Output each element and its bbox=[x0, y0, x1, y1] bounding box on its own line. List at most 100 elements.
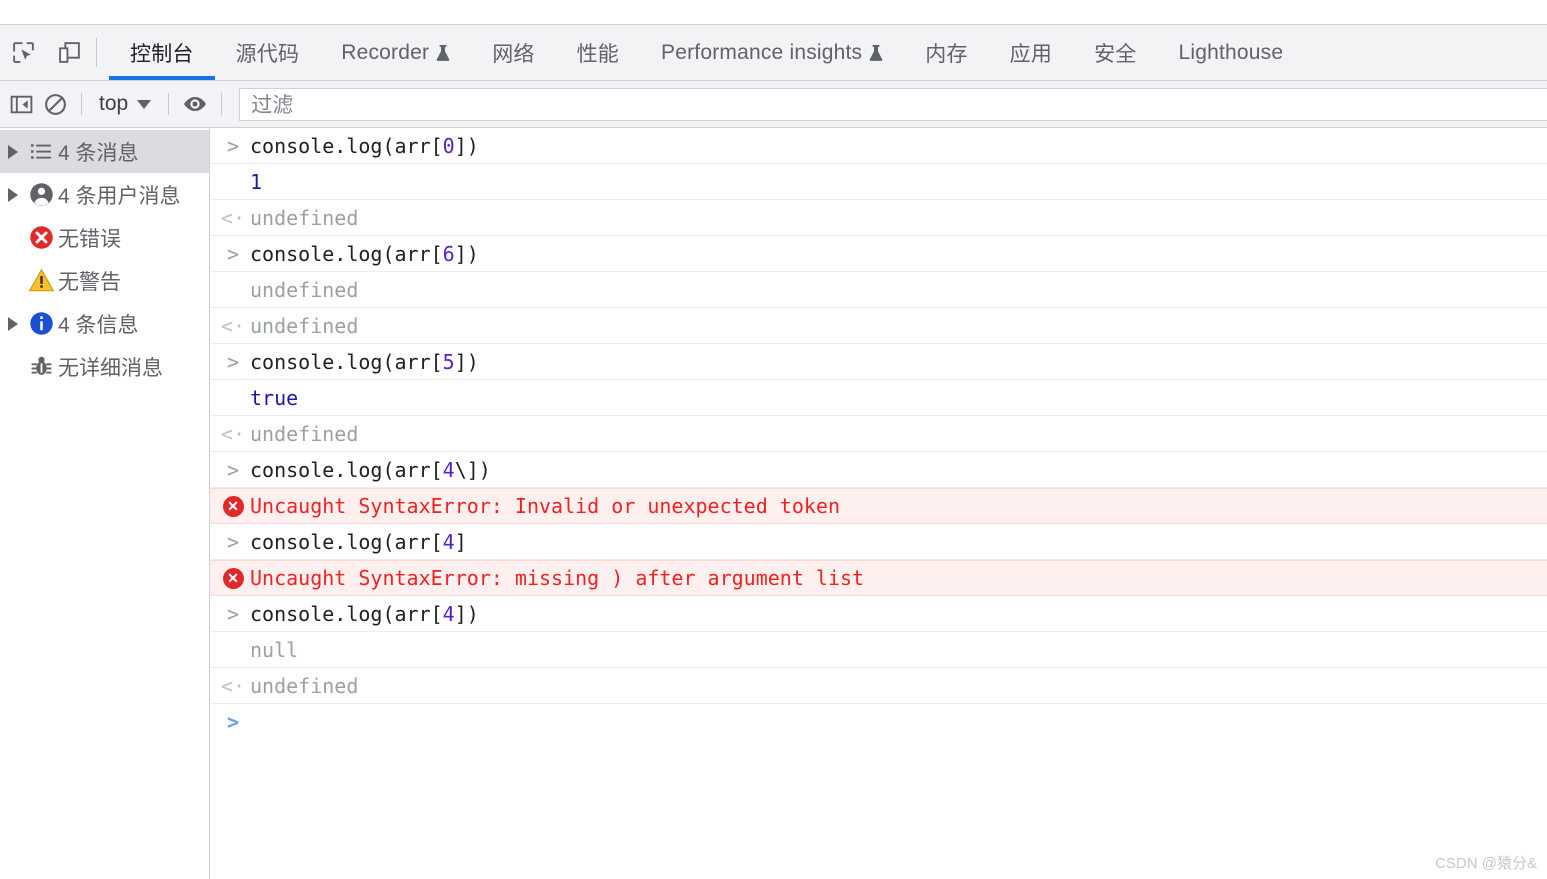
console-code-number: 6 bbox=[442, 241, 455, 266]
sidebar-item-user-messages[interactable]: 4 条用户消息 bbox=[0, 173, 209, 216]
clear-console-icon[interactable] bbox=[38, 87, 72, 121]
error-icon bbox=[24, 224, 58, 251]
console-output-value: undefined bbox=[250, 277, 359, 302]
console-output-row: null bbox=[210, 632, 1547, 668]
console-output-value: null bbox=[250, 637, 299, 662]
device-toolbar-icon[interactable] bbox=[52, 36, 86, 70]
console-return-row: <· undefined bbox=[210, 416, 1547, 452]
console-error-row[interactable]: ✕ Uncaught SyntaxError: Invalid or unexp… bbox=[210, 488, 1547, 524]
sidebar-item-label: 4 条消息 bbox=[58, 141, 139, 165]
expand-triangle-icon[interactable] bbox=[2, 144, 24, 159]
return-arrow-icon: <· bbox=[220, 313, 246, 338]
input-prompt-arrow: > bbox=[226, 241, 240, 266]
sidebar-item-label: 无错误 bbox=[58, 227, 121, 251]
console-code-text: console.log(arr[ bbox=[250, 457, 443, 482]
console-code-tail: ]) bbox=[454, 133, 479, 158]
sidebar-item-label: 4 条信息 bbox=[58, 313, 139, 337]
sidebar-item-label: 无详细消息 bbox=[58, 356, 163, 380]
tab-label: 应用 bbox=[1009, 42, 1053, 66]
return-arrow-icon: <· bbox=[220, 421, 246, 446]
console-prompt-row[interactable]: > bbox=[210, 704, 1547, 740]
info-icon bbox=[24, 310, 58, 337]
console-error-text: Uncaught SyntaxError: Invalid or unexpec… bbox=[250, 494, 841, 518]
tab-performance-insights[interactable]: Performance insights bbox=[640, 25, 904, 80]
console-output-row: 1 bbox=[210, 164, 1547, 200]
sidebar-item-verbose[interactable]: 无详细消息 bbox=[0, 345, 209, 388]
console-code-number: 5 bbox=[442, 349, 455, 374]
devtools-tab-bar: 控制台 源代码 Recorder 网络 性能 Performance insig… bbox=[0, 25, 1547, 81]
console-error-row[interactable]: ✕ Uncaught SyntaxError: missing ) after … bbox=[210, 560, 1547, 596]
toolbar-divider bbox=[221, 93, 223, 115]
console-output-value: true bbox=[250, 385, 299, 410]
chevron-down-icon bbox=[137, 99, 152, 109]
console-code-text: console.log(arr[ bbox=[250, 349, 443, 374]
tab-lighthouse[interactable]: Lighthouse bbox=[1157, 25, 1304, 80]
user-icon bbox=[24, 181, 58, 208]
tab-label: 内存 bbox=[925, 42, 968, 66]
console-input-row[interactable]: > console.log(arr[4] bbox=[210, 524, 1547, 560]
console-input-row[interactable]: > console.log(arr[4 \]) bbox=[210, 452, 1547, 488]
console-filter-input[interactable]: 过滤 bbox=[239, 87, 1547, 121]
sidebar-item-warnings[interactable]: 无警告 bbox=[0, 259, 209, 302]
tab-performance[interactable]: 性能 bbox=[556, 25, 640, 80]
device-toolbar-icon-glyph bbox=[58, 42, 80, 63]
input-prompt-arrow: > bbox=[226, 133, 240, 158]
inspect-element-icon[interactable] bbox=[6, 36, 40, 70]
tab-memory[interactable]: 内存 bbox=[904, 25, 988, 80]
console-message-list[interactable]: > console.log(arr[0]) 1 <· undefined > c… bbox=[210, 128, 1547, 879]
console-return-value: undefined bbox=[250, 421, 359, 446]
expand-triangle-icon[interactable] bbox=[2, 187, 24, 202]
input-prompt-arrow: > bbox=[226, 601, 240, 626]
console-code-tail: ]) bbox=[454, 241, 479, 266]
tab-security[interactable]: 安全 bbox=[1073, 25, 1157, 80]
tab-label: Recorder bbox=[341, 40, 430, 64]
console-output-row: true bbox=[210, 380, 1547, 416]
csdn-watermark: CSDN @猿分& bbox=[1435, 855, 1537, 872]
live-expression-eye-icon-glyph bbox=[184, 97, 207, 111]
tab-label: Performance insights bbox=[661, 40, 863, 64]
sidebar-item-errors[interactable]: 无错误 bbox=[0, 216, 209, 259]
console-input-row[interactable]: > console.log(arr[4]) bbox=[210, 596, 1547, 632]
execution-context-selector[interactable]: top bbox=[91, 92, 159, 116]
console-code-text: console.log(arr[ bbox=[250, 133, 443, 158]
toolbar-divider bbox=[96, 38, 97, 67]
console-return-row: <· undefined bbox=[210, 668, 1547, 704]
console-input-row[interactable]: > console.log(arr[6]) bbox=[210, 236, 1547, 272]
tab-label: 网络 bbox=[492, 42, 535, 66]
console-return-row: <· undefined bbox=[210, 308, 1547, 344]
toolbar-divider bbox=[81, 93, 82, 115]
console-input-row[interactable]: > console.log(arr[5]) bbox=[210, 344, 1547, 380]
input-prompt-arrow: > bbox=[226, 457, 240, 482]
show-console-sidebar-icon[interactable] bbox=[4, 87, 38, 121]
console-code-tail: ]) bbox=[454, 601, 479, 626]
devtools-tool-icons bbox=[0, 25, 96, 80]
console-input-row[interactable]: > console.log(arr[0]) bbox=[210, 128, 1547, 164]
flask-icon bbox=[436, 44, 450, 61]
error-icon: ✕ bbox=[216, 567, 250, 589]
console-code-number: 4 bbox=[442, 601, 455, 626]
sidebar-item-info[interactable]: 4 条信息 bbox=[0, 302, 209, 345]
console-return-value: undefined bbox=[250, 673, 359, 698]
sidebar-item-messages[interactable]: 4 条消息 bbox=[0, 130, 209, 173]
tab-label: 控制台 bbox=[130, 42, 194, 66]
tab-recorder[interactable]: Recorder bbox=[320, 25, 471, 80]
tab-sources[interactable]: 源代码 bbox=[215, 25, 321, 80]
input-prompt-arrow: > bbox=[226, 529, 240, 554]
console-return-row: <· undefined bbox=[210, 200, 1547, 236]
bug-icon bbox=[24, 354, 58, 379]
devtools-panel-tabs: 控制台 源代码 Recorder 网络 性能 Performance insig… bbox=[109, 25, 1304, 80]
console-code-tail: ] bbox=[454, 529, 467, 554]
expand-triangle-icon[interactable] bbox=[2, 316, 24, 331]
console-body: 4 条消息 4 条用户消息 无错误 无警告 4 条信息 无详细消息 > cons… bbox=[0, 128, 1547, 879]
tab-console[interactable]: 控制台 bbox=[109, 25, 215, 80]
tab-network[interactable]: 网络 bbox=[471, 25, 555, 80]
console-code-tail: ]) bbox=[454, 349, 479, 374]
flask-icon bbox=[869, 44, 883, 61]
return-arrow-icon: <· bbox=[220, 205, 246, 230]
live-expression-eye-icon[interactable] bbox=[178, 87, 212, 121]
console-return-value: undefined bbox=[250, 205, 359, 230]
warning-icon bbox=[24, 267, 58, 294]
console-code-text: console.log(arr[ bbox=[250, 601, 443, 626]
tab-application[interactable]: 应用 bbox=[989, 25, 1073, 80]
list-icon bbox=[24, 139, 58, 164]
